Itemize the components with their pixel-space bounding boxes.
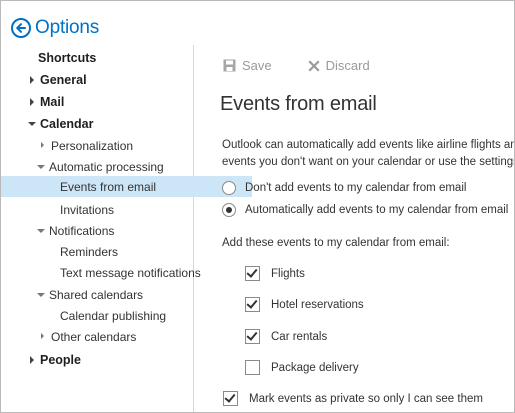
- sidebar-item-label: Mail: [40, 94, 65, 109]
- back-arrow-circle-icon[interactable]: [11, 18, 31, 38]
- collapse-caret-icon[interactable]: [28, 119, 36, 129]
- description-line: events you don't want on your calendar o…: [222, 156, 514, 168]
- sidebar-item-label: Text message notifications: [60, 265, 201, 280]
- radio-label: Automatically add events to my calendar …: [245, 204, 509, 216]
- collapse-caret-icon[interactable]: [37, 290, 45, 300]
- checkbox-label: Mark events as private so only I can see…: [249, 392, 483, 405]
- radio-automatically-add-events[interactable]: Automatically add events to my calendar …: [222, 203, 508, 217]
- checkbox-checked[interactable]: [245, 297, 260, 312]
- radio-dont-add-events[interactable]: Don't add events to my calendar from ema…: [222, 181, 466, 195]
- sidebar-item-label: General: [40, 72, 87, 87]
- discard-label: Discard: [325, 58, 370, 73]
- checkbox-label: Package delivery: [271, 361, 359, 374]
- description-line: Outlook can automatically add events lik…: [222, 139, 514, 151]
- options-header: Options: [11, 15, 99, 41]
- collapse-caret-icon[interactable]: [37, 162, 45, 172]
- options-window: Options Shortcuts General Mail Calendar …: [0, 0, 515, 413]
- sidebar-item-label: Other calendars: [51, 329, 137, 344]
- sidebar-item-label: Automatic processing: [49, 159, 164, 174]
- save-disk-icon: [223, 59, 236, 72]
- checkbox-checked[interactable]: [223, 391, 238, 406]
- discard-button[interactable]: Discard: [308, 58, 370, 73]
- page-title: Events from email: [220, 93, 377, 115]
- section-label: Add these events to my calendar from ema…: [222, 237, 450, 249]
- save-label: Save: [242, 58, 272, 73]
- sidebar-item-label: Calendar publishing: [60, 308, 167, 323]
- toolbar: Save Discard: [223, 58, 406, 73]
- page-header-title[interactable]: Options: [35, 17, 99, 39]
- radio-button[interactable]: [222, 181, 236, 195]
- sidebar-item-label: Notifications: [49, 223, 115, 238]
- radio-label: Don't add events to my calendar from ema…: [245, 182, 467, 194]
- checkbox-package-delivery[interactable]: Package delivery: [245, 360, 359, 375]
- sidebar-item-label: Personalization: [51, 138, 134, 153]
- checkbox-label: Hotel reservations: [271, 298, 364, 311]
- expand-caret-icon[interactable]: [28, 97, 36, 107]
- settings-panel: Save Discard Events from email Outlook c…: [194, 45, 514, 412]
- sidebar-item-calendar[interactable]: Calendar: [1, 113, 220, 134]
- options-sidebar: Shortcuts General Mail Calendar Personal…: [1, 45, 252, 412]
- expand-caret-icon[interactable]: [28, 355, 36, 365]
- sidebar-item-label: Reminders: [60, 244, 119, 259]
- checkbox-hotel-reservations[interactable]: Hotel reservations: [245, 297, 364, 312]
- checkbox-mark-events-private[interactable]: Mark events as private so only I can see…: [223, 391, 483, 406]
- sidebar-item-label: Events from email: [60, 179, 157, 194]
- checkbox-unchecked[interactable]: [245, 360, 260, 375]
- sidebar-item-label: Calendar: [40, 116, 94, 131]
- description-text: Outlook can automatically add events lik…: [222, 137, 514, 171]
- sidebar-item-label: Shared calendars: [49, 287, 144, 302]
- sidebar-item-mail[interactable]: Mail: [1, 91, 220, 112]
- sidebar-item-label: Shortcuts: [38, 50, 97, 65]
- checkbox-flights[interactable]: Flights: [245, 266, 305, 281]
- sidebar-item-label: Invitations: [60, 202, 115, 217]
- radio-button-selected[interactable]: [222, 203, 236, 217]
- collapse-caret-icon[interactable]: [37, 226, 45, 236]
- sidebar-item-general[interactable]: General: [1, 69, 220, 90]
- checkbox-label: Car rentals: [271, 330, 328, 343]
- expand-caret-icon[interactable]: [39, 141, 47, 151]
- expand-caret-icon[interactable]: [39, 332, 47, 342]
- checkbox-checked[interactable]: [245, 329, 260, 344]
- sidebar-item-label: People: [40, 352, 81, 367]
- checkbox-checked[interactable]: [245, 266, 260, 281]
- close-x-icon: [308, 59, 320, 72]
- checkbox-label: Flights: [271, 267, 305, 280]
- sidebar-item-people[interactable]: People: [1, 349, 220, 370]
- save-button[interactable]: Save: [223, 58, 272, 73]
- checkbox-car-rentals[interactable]: Car rentals: [245, 329, 327, 344]
- expand-caret-icon[interactable]: [28, 75, 36, 85]
